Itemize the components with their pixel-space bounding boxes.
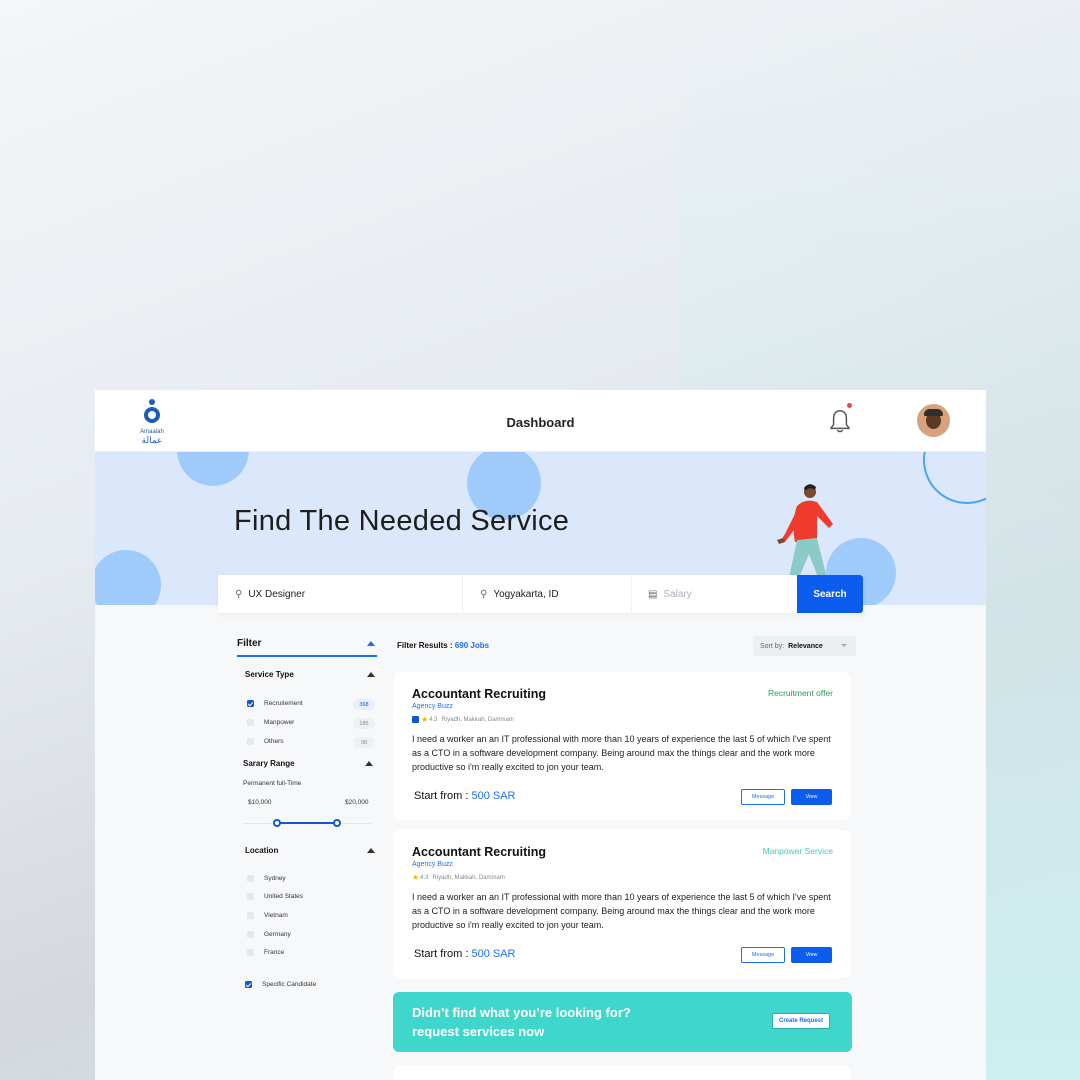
service-option-others[interactable]: Others [247, 738, 284, 745]
agency-link[interactable]: Agency Buzz [412, 861, 453, 868]
price: Start from : 500 SAR [414, 790, 516, 802]
checkbox[interactable] [247, 875, 254, 882]
checkbox[interactable] [247, 893, 254, 900]
decor-ring [923, 452, 986, 504]
checkbox[interactable] [247, 738, 254, 745]
filter-header[interactable]: Filter [237, 635, 377, 657]
price-value: 500 SAR [471, 790, 516, 802]
checkbox[interactable] [247, 931, 254, 938]
rating: 4.3 [429, 716, 438, 723]
salary-max: $20,000 [345, 799, 369, 806]
job-card[interactable]: Accountant Recruiting Agency Buzz ★ 4.3 … [393, 672, 851, 820]
keyword-value: UX Designer [248, 588, 306, 600]
search-bar: ⚲ UX Designer ⚲ Yogyakarta, ID ▤ Salary … [218, 575, 863, 613]
wallet-icon: ▤ [648, 588, 658, 600]
job-locations: Riyadh, Makkah, Dammam [432, 874, 505, 881]
salary-placeholder: Salary [663, 588, 692, 600]
filter-sidebar: Filter Service Type Recruitement 368 Man… [237, 635, 377, 988]
collapse-arrow-icon[interactable] [367, 848, 375, 853]
job-description: I need a worker an an IT professional wi… [412, 734, 831, 772]
user-avatar[interactable] [917, 404, 950, 437]
decor-circle [177, 452, 249, 486]
star-icon: ★ [412, 873, 420, 882]
view-button[interactable]: View [791, 947, 832, 963]
view-button[interactable]: View [791, 789, 832, 805]
specific-candidate-option[interactable]: Specific Candidate [245, 981, 316, 988]
agency-link[interactable]: Agency Buzz [412, 703, 453, 710]
checkbox-checked[interactable] [245, 981, 252, 988]
chevron-down-icon [841, 644, 847, 647]
job-title[interactable]: Accountant Recruiting [412, 687, 546, 701]
results-count: 690 Jobs [454, 641, 490, 650]
service-type-title: Service Type [245, 670, 294, 679]
checkbox[interactable] [247, 912, 254, 919]
hero-title: Find The Needed Service [234, 505, 570, 537]
job-description: I need a worker an an IT professional wi… [412, 892, 831, 930]
count-badge: 185 [353, 718, 375, 729]
filter-title: Filter [237, 638, 262, 649]
location-option-france[interactable]: France [247, 949, 284, 956]
keyword-field[interactable]: ⚲ UX Designer [235, 575, 460, 613]
sort-value: Relevance [788, 642, 823, 650]
logo-arabic-name: عمالة [141, 435, 163, 445]
results-summary: Filter Results : 690 Jobs [397, 641, 489, 650]
job-card-partial [393, 1065, 851, 1080]
create-request-button[interactable]: Create Request [772, 1013, 830, 1029]
count-badge: 98 [353, 737, 375, 748]
price: Start from : 500 SAR [414, 948, 516, 960]
location-field[interactable]: ⚲ Yogyakarta, ID [480, 575, 630, 613]
service-tag: Recruitment offer [767, 688, 833, 698]
location-option-united-states[interactable]: United States [247, 893, 303, 900]
salary-slider-range [277, 822, 337, 824]
service-tag: Manpower Service [762, 846, 833, 856]
job-title[interactable]: Accountant Recruiting [412, 845, 546, 859]
collapse-arrow-icon[interactable] [365, 761, 373, 766]
salary-min-handle[interactable] [273, 819, 281, 827]
collapse-arrow-icon[interactable] [367, 641, 375, 646]
message-button[interactable]: Message [741, 947, 785, 963]
rating: 4.3 [420, 874, 429, 881]
location-title: Location [245, 846, 279, 855]
price-value: 500 SAR [471, 948, 516, 960]
job-meta: ★ 4.3 Riyadh, Makkah, Dammam [412, 873, 505, 882]
service-option-manpower[interactable]: Manpower [247, 719, 294, 726]
page-title: Dashboard [506, 415, 575, 430]
checkbox[interactable] [247, 719, 254, 726]
job-locations: Riyadh, Makkah, Dammam [441, 716, 514, 723]
notification-dot [847, 403, 852, 408]
notification-bell-icon[interactable] [829, 408, 851, 434]
job-card[interactable]: Accountant Recruiting Agency Buzz ★ 4.3 … [393, 830, 851, 978]
service-option-recruitement[interactable]: Recruitement [247, 700, 303, 707]
salary-range-subtitle: Permanent full-Time [243, 780, 302, 787]
top-bar: Amaalah عمالة Dashboard [95, 390, 986, 452]
salary-field[interactable]: ▤ Salary [648, 575, 788, 613]
sort-dropdown[interactable]: Sort by: Relevance [753, 636, 856, 656]
request-banner: Didn’t find what you’re looking for? req… [393, 992, 852, 1052]
salary-min: $10,000 [248, 799, 272, 806]
checkbox-checked[interactable] [247, 700, 254, 707]
count-badge: 368 [353, 699, 375, 710]
location-value: Yogyakarta, ID [493, 588, 559, 600]
salary-max-handle[interactable] [333, 819, 341, 827]
message-button[interactable]: Message [741, 789, 785, 805]
decor-circle [95, 550, 161, 605]
results-label: Filter Results : [397, 641, 453, 650]
location-option-germany[interactable]: Germany [247, 931, 291, 938]
salary-range-title: Sarary Range [243, 759, 295, 768]
star-icon: ★ [421, 715, 429, 724]
location-option-vietnam[interactable]: Vietnam [247, 912, 288, 919]
search-button[interactable]: Search [797, 575, 863, 613]
verified-badge-icon [412, 716, 419, 723]
location-pin-icon: ⚲ [480, 588, 488, 600]
request-banner-text: Didn’t find what you’re looking for? req… [412, 1005, 631, 1039]
collapse-arrow-icon[interactable] [367, 672, 375, 677]
sort-label: Sort by: [760, 642, 785, 650]
location-option-sydney[interactable]: Sydney [247, 875, 286, 882]
search-icon: ⚲ [235, 588, 243, 600]
checkbox[interactable] [247, 949, 254, 956]
job-meta: ★ 4.3 Riyadh, Makkah, Dammam [412, 715, 514, 724]
app-window: Amaalah عمالة Dashboard Find The Needed … [95, 390, 986, 1080]
